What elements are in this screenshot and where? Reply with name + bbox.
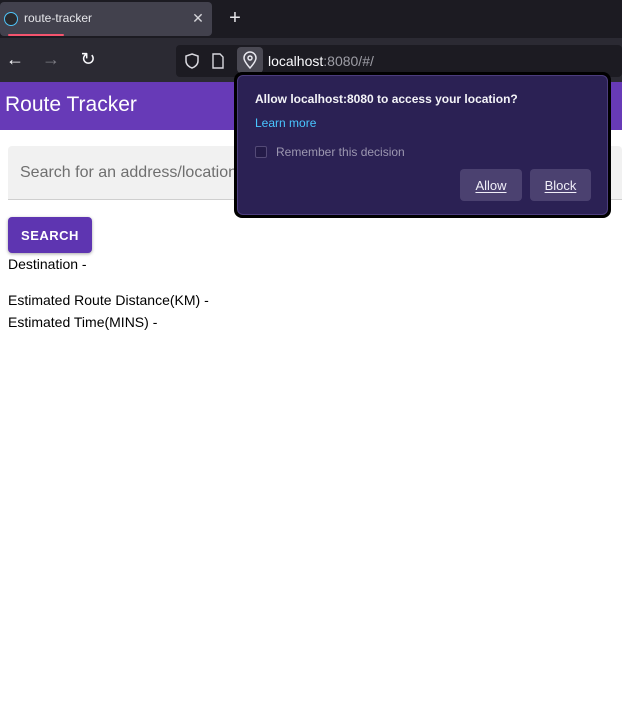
page-info-icon[interactable] (210, 53, 226, 69)
page-title: Route Tracker (5, 93, 137, 116)
destination-label: Destination - (8, 256, 87, 272)
globe-icon (4, 12, 18, 26)
shield-icon[interactable] (184, 53, 200, 69)
new-tab-button[interactable]: + (226, 8, 244, 28)
tab-title: route-tracker (24, 11, 93, 25)
url-host: localhost (268, 53, 324, 69)
search-input[interactable] (8, 146, 238, 200)
search-button[interactable]: SEARCH (8, 217, 92, 253)
route-time-label: Estimated Time(MINS) - (8, 314, 158, 330)
allow-button[interactable]: Allow (460, 169, 522, 201)
url-text[interactable]: localhost:8080/#/ (268, 53, 374, 69)
back-arrow-icon[interactable]: ← (4, 48, 26, 70)
location-permission-icon[interactable] (237, 47, 263, 73)
permission-heading: Allow localhost:8080 to access your loca… (255, 92, 518, 106)
close-tab-icon[interactable]: ✕ (190, 10, 206, 26)
forward-arrow-icon[interactable]: → (40, 48, 62, 70)
tab-loading-indicator (8, 34, 64, 36)
url-path: :8080/#/ (323, 53, 374, 69)
remember-checkbox[interactable] (255, 146, 267, 158)
learn-more-link[interactable]: Learn more (255, 116, 316, 130)
remember-label[interactable]: Remember this decision (276, 145, 405, 159)
browser-tab[interactable]: route-tracker ✕ (0, 2, 212, 36)
reload-icon[interactable]: ↻ (77, 48, 99, 70)
tab-strip: route-tracker ✕ + (0, 0, 622, 38)
block-button[interactable]: Block (530, 169, 591, 201)
route-distance-label: Estimated Route Distance(KM) - (8, 292, 209, 308)
